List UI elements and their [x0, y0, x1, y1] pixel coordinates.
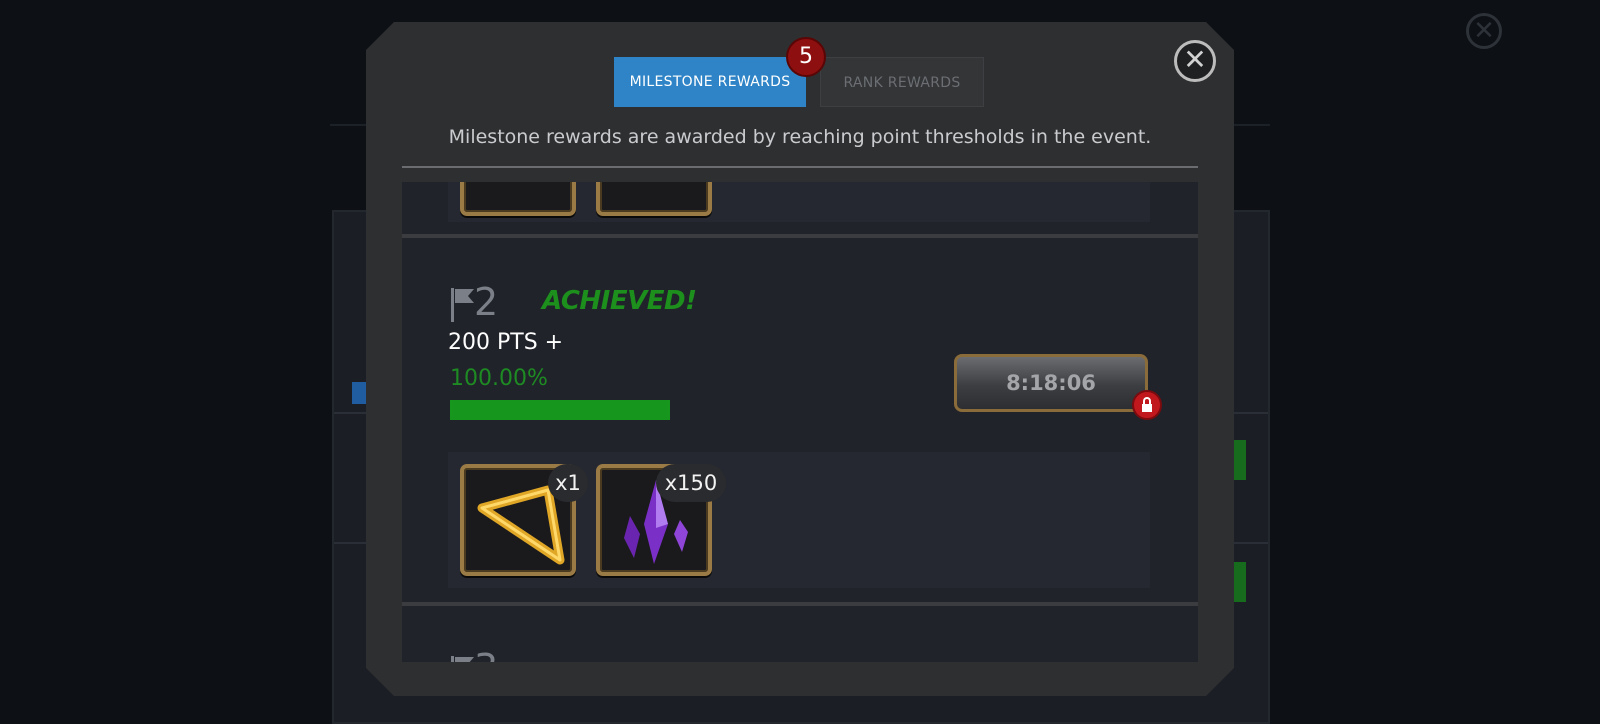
achieved-label: ACHIEVED! — [542, 286, 697, 316]
milestone-row-next: 3 — [402, 606, 1198, 662]
milestone-row: 2 ACHIEVED! 200 PTS + 100.00% 8:18:06 x1 — [402, 238, 1198, 602]
background-green-button — [1234, 440, 1246, 480]
background-close-icon: ✕ — [1466, 13, 1502, 49]
close-button[interactable]: ✕ — [1174, 40, 1216, 82]
progress-bar-fill — [450, 400, 670, 420]
tab-milestone-rewards[interactable]: MILESTONE REWARDS — [614, 57, 806, 107]
tab-rank-rewards[interactable]: RANK REWARDS — [820, 57, 984, 107]
milestone-row-previous — [402, 182, 1198, 234]
background-blue-chip — [352, 382, 366, 404]
description-text: Milestone rewards are awarded by reachin… — [448, 126, 1152, 148]
reward-quantity: x150 — [656, 464, 726, 502]
reward-quantity: x1 — [548, 464, 588, 502]
notification-badge: 5 — [786, 37, 826, 77]
background-green-button — [1234, 562, 1246, 602]
milestone-list[interactable]: 2 ACHIEVED! 200 PTS + 100.00% 8:18:06 x1 — [402, 182, 1198, 662]
header-divider — [402, 166, 1198, 168]
progress-bar — [450, 400, 670, 420]
claim-timer-button[interactable]: 8:18:06 — [954, 354, 1148, 412]
progress-percent: 100.00% — [450, 366, 548, 391]
reward-frame — [596, 182, 712, 216]
points-threshold: 200 PTS + — [448, 330, 564, 355]
reward-frame — [460, 182, 576, 216]
milestone-number: 3 — [474, 648, 498, 662]
milestone-number: 2 — [474, 280, 499, 324]
lock-icon — [1132, 390, 1162, 420]
